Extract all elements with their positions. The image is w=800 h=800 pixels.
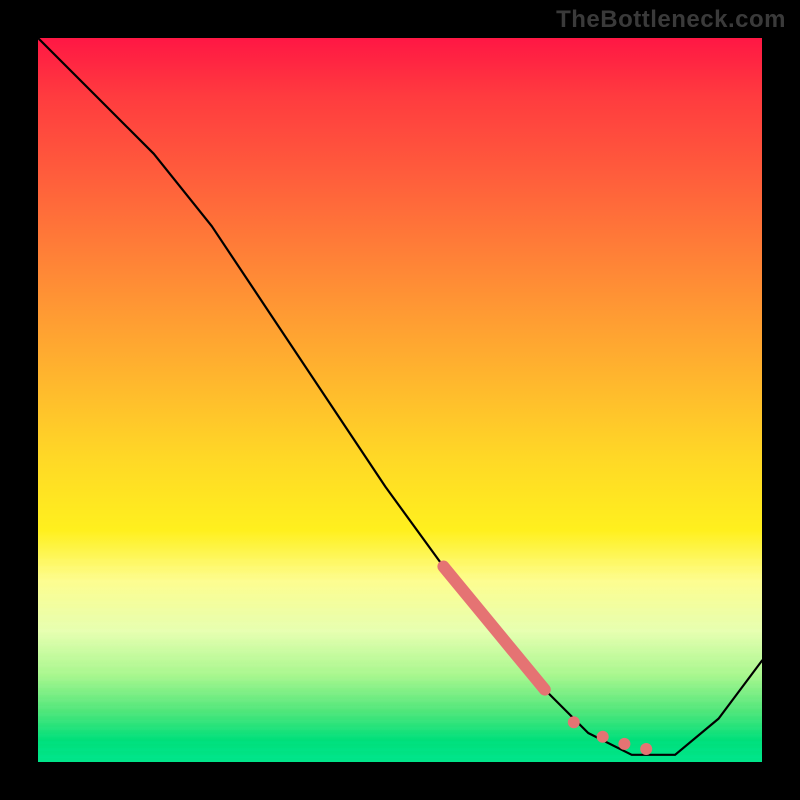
- chart-frame: TheBottleneck.com: [0, 0, 800, 800]
- bottleneck-curve: [38, 38, 762, 755]
- highlight-dot: [618, 738, 630, 750]
- plot-area: [38, 38, 762, 762]
- highlight-dot: [568, 716, 580, 728]
- highlight-dot: [597, 731, 609, 743]
- highlight-segment: [443, 567, 544, 690]
- highlight-dots: [568, 716, 652, 755]
- watermark-text: TheBottleneck.com: [556, 6, 786, 34]
- highlight-dot: [640, 743, 652, 755]
- chart-overlay: [38, 38, 762, 762]
